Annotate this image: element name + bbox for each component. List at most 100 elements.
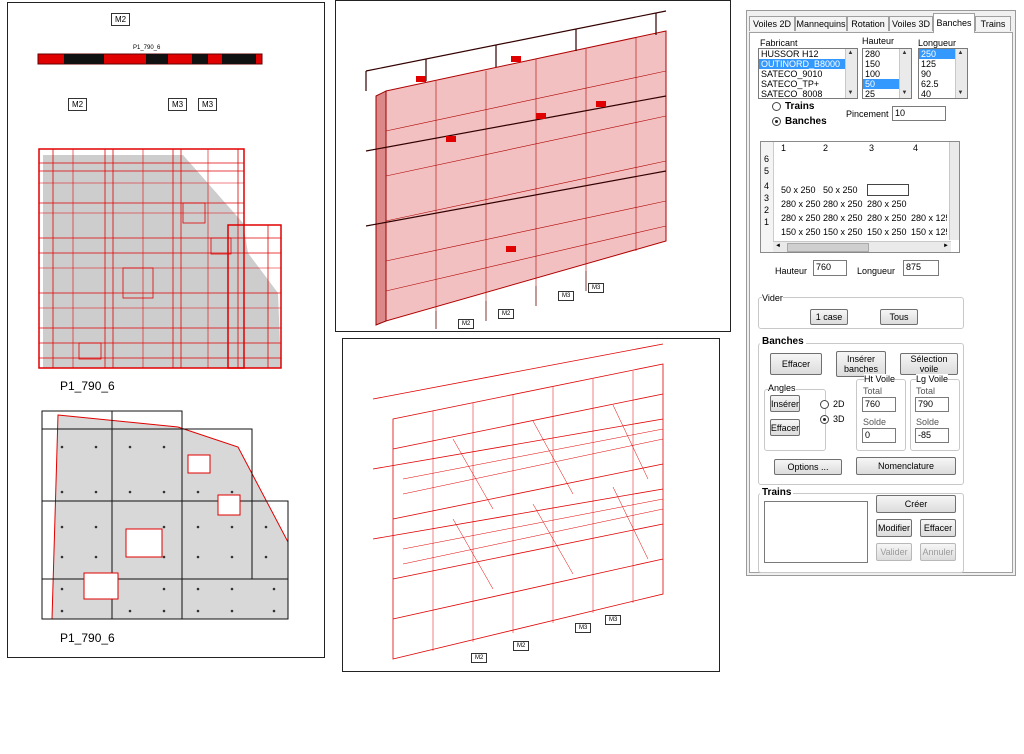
list-item[interactable]: SATECO_TP+ [759, 79, 857, 89]
hauteur-input[interactable]: 760 [813, 260, 847, 276]
grid-cell[interactable]: 150 x 125 [911, 227, 947, 237]
longueur-input[interactable]: 875 [903, 260, 939, 276]
ht-total-input[interactable]: 760 [862, 397, 896, 412]
scroll-up-icon[interactable]: ▲ [846, 49, 855, 58]
valider-button[interactable]: Valider [876, 543, 912, 561]
trains-list[interactable] [764, 501, 868, 563]
pincement-input[interactable]: 10 [892, 106, 946, 121]
radio-2d[interactable] [820, 400, 829, 409]
grid-cell[interactable]: 150 x 250 [867, 227, 907, 237]
angles-inserer-button[interactable]: Insérer [770, 395, 800, 412]
lg-total-input[interactable]: 790 [915, 397, 949, 412]
scroll-down-icon[interactable]: ▼ [956, 89, 965, 98]
list-item[interactable]: SATECO_9010 [759, 69, 857, 79]
grid-cell[interactable]: 50 x 250 [823, 185, 858, 195]
fabricant-list[interactable]: HUSSOR H12 OUTINORD_B8000 SATECO_9010 SA… [758, 48, 858, 99]
tab-voiles-2d[interactable]: Voiles 2D [749, 16, 795, 31]
list-item[interactable]: HUSSOR H12 [759, 49, 857, 59]
plan-label-2: P1_790_6 [60, 631, 115, 645]
fabricant-scrollbar[interactable]: ▲ ▼ [845, 49, 857, 98]
iso-tag-4: M3 [588, 283, 605, 293]
radio-banches[interactable] [772, 117, 781, 126]
tab-rotation[interactable]: Rotation [847, 16, 889, 31]
grid-row-label-3: 3 [764, 193, 770, 203]
plan-drawing-frame: M2 P1_790_6 M2 M3 M3 P1_790_6 P1_790_6 [7, 2, 325, 658]
grid-cell[interactable]: 280 x 250 [823, 199, 863, 209]
panel-grid-plan [41, 410, 289, 620]
grid-row-label-6: 6 [764, 154, 770, 164]
grid-cell[interactable]: 280 x 250 [867, 213, 907, 223]
hauteur-col-label: Hauteur [862, 36, 895, 46]
vider-tous-button[interactable]: Tous [880, 309, 918, 325]
creer-button[interactable]: Créer [876, 495, 956, 513]
banche-strip [37, 53, 263, 65]
iso-tag-3: M3 [558, 291, 575, 301]
wire-tag-1: M2 [471, 653, 488, 663]
lg-solde-label: Solde [916, 417, 940, 427]
banches-tab-content: Fabricant Hauteur Longueur HUSSOR H12 OU… [749, 32, 1013, 573]
lg-solde-input[interactable]: -85 [915, 428, 949, 443]
tag-m2-mid: M2 [68, 98, 88, 111]
scroll-left-icon[interactable]: ◄ [775, 243, 781, 249]
list-item[interactable]: SATECO_8008 [759, 89, 857, 98]
lg-total-label: Total [916, 386, 936, 396]
scroll-up-icon[interactable]: ▲ [900, 49, 909, 58]
formwork-elevation [38, 148, 282, 369]
grid-row-label-1: 1 [764, 217, 770, 227]
tag-m3-a: M3 [168, 98, 188, 111]
fabricant-label: Fabricant [760, 38, 798, 48]
grid-cell[interactable]: 150 x 250 [823, 227, 863, 237]
scroll-down-icon[interactable]: ▼ [846, 89, 855, 98]
grid-cell[interactable]: 50 x 250 [781, 185, 816, 195]
longueur-list[interactable]: 250 125 90 62.5 40 ▲ ▼ [918, 48, 968, 99]
trains-effacer-button[interactable]: Effacer [920, 519, 956, 537]
grid-cell[interactable]: 280 x 125 [911, 213, 947, 223]
tab-voiles-3d[interactable]: Voiles 3D [889, 16, 933, 31]
grid-cell[interactable]: 280 x 250 [781, 199, 821, 209]
list-item-selected[interactable]: OUTINORD_B8000 [759, 59, 857, 69]
radio-3d[interactable] [820, 415, 829, 424]
scroll-down-icon[interactable]: ▼ [900, 89, 909, 98]
grid-cell[interactable]: 280 x 250 [867, 199, 907, 209]
selection-voile-button[interactable]: Sélection voile [900, 353, 958, 375]
tab-bar: Voiles 2D Mannequins Rotation Voiles 3D … [747, 11, 1015, 33]
iso-tag-2: M2 [498, 309, 515, 319]
hauteur-label: Hauteur [775, 266, 808, 276]
tab-mannequins[interactable]: Mannequins [795, 16, 847, 31]
wire-tag-3: M3 [575, 623, 592, 633]
vider-1case-button[interactable]: 1 case [810, 309, 848, 325]
grid-vscrollbar[interactable] [949, 142, 959, 240]
tag-m2-top: M2 [111, 13, 131, 26]
longueur-col-label: Longueur [918, 38, 957, 48]
tab-trains[interactable]: Trains [975, 16, 1011, 31]
banche-grid[interactable]: 6 5 4 3 2 1 1 2 3 4 50 x 250 50 x 250 28… [760, 141, 960, 253]
grid-row-label-4: 4 [764, 181, 770, 191]
plan-label-1: P1_790_6 [60, 379, 115, 393]
banches-panel: Voiles 2D Mannequins Rotation Voiles 3D … [746, 10, 1016, 576]
iso-wire-drawing [372, 343, 664, 660]
grid-cell[interactable]: 280 x 250 [781, 213, 821, 223]
effacer-button[interactable]: Effacer [770, 353, 822, 375]
longueur-scrollbar[interactable]: ▲ ▼ [955, 49, 967, 98]
scroll-up-icon[interactable]: ▲ [956, 49, 965, 58]
grid-cell[interactable]: 280 x 250 [823, 213, 863, 223]
hauteur-list[interactable]: 280 150 100 50 25 ▲ ▼ [862, 48, 912, 99]
iso-render-solid: M2 M2 M3 M3 [335, 0, 731, 332]
grid-col-header-3: 3 [869, 143, 875, 153]
options-button[interactable]: Options ... [774, 459, 842, 475]
radio-banches-label: Banches [785, 116, 827, 127]
angles-effacer-button[interactable]: Effacer [770, 419, 800, 436]
grid-cell-editing[interactable] [867, 184, 909, 196]
ht-solde-input[interactable]: 0 [862, 428, 896, 443]
scroll-thumb[interactable] [787, 243, 869, 252]
modifier-button[interactable]: Modifier [876, 519, 912, 537]
radio-trains[interactable] [772, 102, 781, 111]
tab-banches[interactable]: Banches [933, 13, 975, 33]
grid-hscrollbar[interactable]: ◄ ► [773, 241, 951, 252]
nomenclature-button[interactable]: Nomenclature [856, 457, 956, 475]
longueur-label: Longueur [857, 266, 896, 276]
scroll-right-icon[interactable]: ► [943, 243, 949, 249]
hauteur-scrollbar[interactable]: ▲ ▼ [899, 49, 911, 98]
grid-cell[interactable]: 150 x 250 [781, 227, 821, 237]
annuler-button[interactable]: Annuler [920, 543, 956, 561]
